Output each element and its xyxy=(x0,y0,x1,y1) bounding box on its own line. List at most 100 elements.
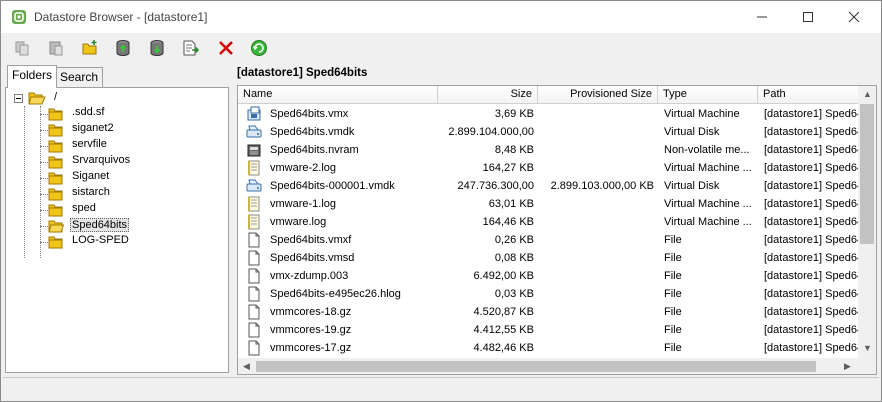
file-icon xyxy=(248,268,260,284)
cell-name: vmware-1.log xyxy=(270,198,337,210)
folder-icon xyxy=(48,236,63,249)
delete-button[interactable] xyxy=(215,37,237,59)
cell-name: Sped64bits.vmdk xyxy=(270,126,355,138)
minimize-button[interactable] xyxy=(739,1,785,33)
tree-label: servfile xyxy=(72,138,107,150)
table-row[interactable]: vmware-1.log 63,01 KB Virtual Machine ... [… xyxy=(238,195,858,213)
nvram-icon xyxy=(247,144,261,157)
cell-type: Virtual Disk xyxy=(664,180,720,192)
table-row[interactable]: vmmcores-19.gz 4.412,55 KB File [datastore1… xyxy=(238,321,858,339)
cell-type: File xyxy=(664,288,682,300)
close-button[interactable] xyxy=(831,1,877,33)
scroll-right-icon[interactable]: ▶ xyxy=(844,362,851,371)
new-folder-button[interactable] xyxy=(79,37,101,59)
cell-provisioned-size xyxy=(538,195,654,213)
new-folder-icon xyxy=(82,40,97,55)
cell-path: [datastore1] Sped64bits xyxy=(764,162,858,174)
cell-size: 4.412,55 KB xyxy=(473,324,534,336)
cell-name: Sped64bits-e495ec26.hlog xyxy=(270,288,401,300)
folder-icon xyxy=(48,108,63,121)
table-row[interactable]: Sped64bits-e495ec26.hlog 0,03 KB File [data… xyxy=(238,285,858,303)
vertical-scrollbar[interactable]: ▲ ▼ xyxy=(858,86,876,358)
scroll-left-icon[interactable]: ◀ xyxy=(243,362,250,371)
cell-type: Non-volatile me... xyxy=(664,144,750,156)
horizontal-scroll-thumb[interactable] xyxy=(256,361,816,372)
table-row[interactable]: Sped64bits.vmsd 0,08 KB File [datastore1] S… xyxy=(238,249,858,267)
cell-name: Sped64bits.vmsd xyxy=(270,252,355,264)
cell-name: Sped64bits.nvram xyxy=(270,144,359,156)
window-title: Datastore Browser - [datastore1] xyxy=(34,10,208,24)
log-file-icon xyxy=(248,160,260,176)
scroll-up-icon[interactable]: ▲ xyxy=(863,90,872,99)
cell-size: 63,01 KB xyxy=(488,198,534,210)
cell-path: [datastore1] Sped64bits xyxy=(764,144,858,156)
column-header-provisioned-size[interactable]: Provisioned Size xyxy=(538,86,658,104)
table-row[interactable]: Sped64bits.nvram 8,48 KB Non-volatile me..… xyxy=(238,141,858,159)
table-row[interactable]: Sped64bits-000001.vmdk 247.736.300,00 2.89… xyxy=(238,177,858,195)
cell-provisioned-size xyxy=(538,285,654,303)
tree-label: siganet2 xyxy=(72,122,114,134)
table-row[interactable]: Sped64bits.vmdk 2.899.104.000,00 Virtual D… xyxy=(238,123,858,141)
current-path: [datastore1] Sped64bits xyxy=(237,67,368,79)
folder-icon xyxy=(48,188,63,201)
cell-size: 4.482,46 KB xyxy=(473,342,534,354)
register-vm-button[interactable] xyxy=(180,37,202,59)
file-icon xyxy=(248,232,260,248)
tree-label: LOG-SPED xyxy=(72,234,129,246)
horizontal-scrollbar[interactable]: ◀ ▶ xyxy=(238,358,858,374)
paste-icon xyxy=(49,41,63,56)
vertical-scroll-thumb[interactable] xyxy=(860,104,874,244)
table-row[interactable]: Sped64bits.vmxf 0,26 KB File [datastore1] S… xyxy=(238,231,858,249)
table-row[interactable]: Sped64bits.vmx 3,69 KB Virtual Machine [dat… xyxy=(238,105,858,123)
folder-open-icon xyxy=(28,92,46,105)
paste-button[interactable] xyxy=(45,37,67,59)
column-header-type[interactable]: Type xyxy=(658,86,758,104)
tab-folders[interactable]: Folders xyxy=(7,65,58,88)
cell-name: Sped64bits.vmxf xyxy=(270,234,352,246)
download-button[interactable] xyxy=(146,37,168,59)
refresh-button[interactable] xyxy=(248,37,270,59)
collapse-icon[interactable] xyxy=(14,94,23,103)
list-header: Name Size Provisioned Size Type Path xyxy=(238,86,876,104)
cell-provisioned-size xyxy=(538,141,654,159)
cell-path: [datastore1] Sped64bits xyxy=(764,306,858,318)
cell-size: 164,27 KB xyxy=(482,162,534,174)
cell-size: 247.736.300,00 xyxy=(457,180,534,192)
cell-provisioned-size xyxy=(538,159,654,177)
folder-icon xyxy=(48,140,63,153)
cell-name: vmmcores-19.gz xyxy=(270,324,352,336)
table-row[interactable]: vmmcores-17.gz 4.482,46 KB File [datastore1… xyxy=(238,339,858,357)
table-row[interactable]: vmware.log 164,46 KB Virtual Machine ... [d… xyxy=(238,213,858,231)
close-icon xyxy=(848,11,860,23)
upload-button[interactable] xyxy=(112,37,134,59)
table-row[interactable]: vmmcores-18.gz 4.520,87 KB File [datastore1… xyxy=(238,303,858,321)
scroll-down-icon[interactable]: ▼ xyxy=(863,344,872,353)
datastore-browser-window: Datastore Browser - [datastore1] Folders… xyxy=(0,0,882,402)
vm-config-icon xyxy=(247,106,261,121)
upload-datastore-icon xyxy=(116,40,130,56)
cell-name: vmmcores-18.gz xyxy=(270,306,352,318)
scroll-corner xyxy=(858,358,876,374)
title-bar: Datastore Browser - [datastore1] xyxy=(1,1,881,33)
cell-provisioned-size xyxy=(538,249,654,267)
table-row[interactable]: vmx-zdump.003 6.492,00 KB File [datastore1]… xyxy=(238,267,858,285)
cell-path: [datastore1] Sped64bits xyxy=(764,216,858,228)
cell-size: 0,08 KB xyxy=(494,252,534,264)
cell-name: vmware.log xyxy=(270,216,327,228)
folder-open-icon xyxy=(48,220,64,233)
folder-tree: / .sdd.sf siganet2 servfile Srvarquivos Siga… xyxy=(5,87,229,373)
tree-label: sped xyxy=(72,202,96,214)
minimize-icon xyxy=(757,16,767,18)
maximize-button[interactable] xyxy=(785,1,831,33)
copy-button[interactable] xyxy=(11,37,33,59)
tab-search[interactable]: Search xyxy=(55,67,104,87)
column-header-name[interactable]: Name xyxy=(238,86,438,104)
cell-path: [datastore1] Sped64bits xyxy=(764,270,858,282)
file-icon xyxy=(248,322,260,338)
file-icon xyxy=(248,286,260,302)
table-row[interactable]: vmware-2.log 164,27 KB Virtual Machine ...… xyxy=(238,159,858,177)
cell-provisioned-size xyxy=(538,267,654,285)
toolbar xyxy=(1,33,881,63)
column-header-size[interactable]: Size xyxy=(438,86,538,104)
cell-type: File xyxy=(664,324,682,336)
